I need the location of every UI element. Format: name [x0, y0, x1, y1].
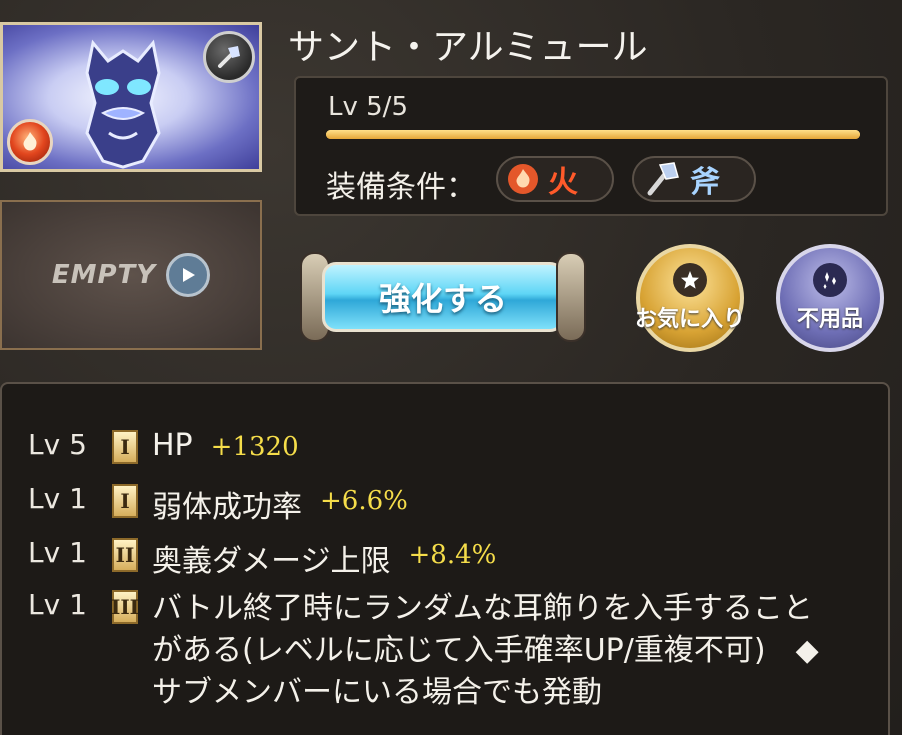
- armor-icon: [85, 39, 161, 169]
- skill-name: 弱体成功率: [152, 490, 302, 525]
- skill-level: Lv 1: [28, 482, 87, 515]
- play-icon: [166, 253, 211, 297]
- item-icon[interactable]: [0, 22, 262, 172]
- skill-row: Lv 1 III バトル終了時にランダムな耳飾りを入手することがある(レベルに応…: [28, 588, 832, 714]
- skill-level: Lv 5: [28, 428, 87, 461]
- empty-slot[interactable]: EMPTY: [0, 200, 262, 350]
- level-progress-fill: [326, 130, 860, 139]
- skill-name: 奥義ダメージ上限: [152, 544, 391, 579]
- unused-button-label: 不用品: [796, 307, 863, 332]
- skill-value: +6.6%: [320, 486, 408, 516]
- level-progress-bar: [326, 130, 860, 139]
- skill-value: +8.4%: [408, 540, 497, 570]
- skill-level: Lv 1: [28, 536, 87, 569]
- rank-icon: I: [112, 430, 138, 464]
- axe-badge-icon: [203, 31, 255, 83]
- item-name: サント・アルミュール: [288, 27, 648, 68]
- skill-row: Lv 1 I 弱体成功率 +6.6%: [28, 482, 408, 526]
- condition-axe: 斧: [632, 156, 756, 202]
- fire-icon: [508, 164, 538, 194]
- condition-axe-label: 斧: [690, 165, 720, 200]
- item-level: Lv 5/5: [328, 92, 408, 122]
- condition-fire: 火: [496, 156, 614, 202]
- rank-icon: II: [112, 538, 138, 572]
- skill-name: HP: [152, 428, 193, 463]
- rank-icon: I: [112, 484, 138, 518]
- favorite-button-label: お気に入り: [635, 307, 746, 332]
- equip-condition-label: 装備条件：: [326, 170, 476, 205]
- condition-fire-label: 火: [548, 165, 578, 200]
- unused-button[interactable]: 不用品: [776, 244, 884, 352]
- upgrade-button-body[interactable]: 強化する: [322, 262, 564, 332]
- skill-row: Lv 1 II 奥義ダメージ上限 +8.4%: [28, 536, 496, 580]
- item-info-panel: Lv 5/5 装備条件： 火 斧: [294, 76, 888, 216]
- empty-label: EMPTY: [51, 260, 157, 290]
- upgrade-button-label: 強化する: [378, 280, 507, 318]
- rank-icon: III: [111, 590, 139, 624]
- skills-panel: Lv 5 I HP +1320 Lv 1 I 弱体成功率 +6.6% Lv 1 …: [0, 382, 890, 735]
- skill-description: バトル終了時にランダムな耳飾りを入手することがある(レベルに応じて入手確率UP/…: [152, 591, 819, 710]
- skill-value: +1320: [210, 432, 299, 462]
- sparkle-icon: [813, 263, 847, 297]
- fire-element-icon: [7, 119, 53, 165]
- favorite-button[interactable]: お気に入り: [635, 244, 746, 352]
- skill-row: Lv 5 I HP +1320: [28, 428, 299, 464]
- button-cap-right: [556, 252, 586, 342]
- axe-icon: [647, 162, 679, 196]
- skill-level: Lv 1: [28, 588, 87, 621]
- star-icon: [673, 263, 707, 297]
- upgrade-button[interactable]: 強化する: [300, 252, 586, 342]
